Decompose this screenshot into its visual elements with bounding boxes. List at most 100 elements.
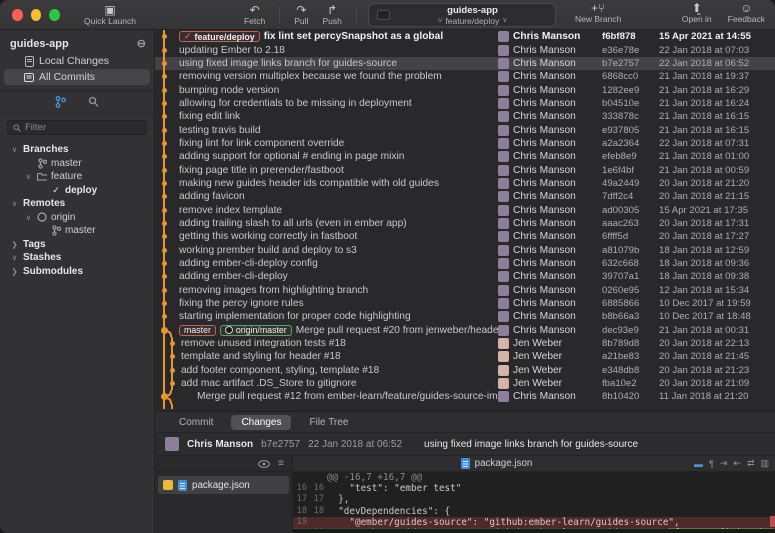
chevron-down-icon[interactable]: ∨ <box>10 145 19 154</box>
graph-cell <box>155 150 179 164</box>
sidebar-item-local-changes[interactable]: Local Changes <box>0 53 154 69</box>
commit-row[interactable]: adding support for optional # ending in … <box>155 150 775 164</box>
search-view-tab[interactable] <box>88 96 99 108</box>
branch-tag-origin-master[interactable]: origin/master <box>219 324 292 336</box>
commit-row[interactable]: testing travis build Chris Manson e937805 2… <box>155 123 775 137</box>
next-change-icon[interactable]: ⇤ <box>733 458 741 469</box>
commit-row[interactable]: getting this working correctly in fastbo… <box>155 230 775 244</box>
preview-eye-icon[interactable] <box>258 459 270 468</box>
commit-row[interactable]: adding ember-cli-deploy Chris Manson 39707… <box>155 270 775 284</box>
tree-item-feature[interactable]: ∨ feature <box>0 170 154 184</box>
current-branch[interactable]: ⑂ feature/deploy ∨ <box>398 16 547 26</box>
commit-author: Chris Manson <box>498 191 602 203</box>
tab-file-tree[interactable]: File Tree <box>299 415 358 430</box>
commit-row[interactable]: template and styling for header #18 Jen W… <box>155 350 775 364</box>
tree-item-stashes[interactable]: ∨ Stashes <box>0 251 154 265</box>
commit-row[interactable]: adding trailing slash to all urls (even … <box>155 216 775 231</box>
repo-switcher[interactable]: guides-app ⑂ feature/deploy ∨ <box>368 3 556 27</box>
chevron-down-icon[interactable]: ∨ <box>24 213 33 222</box>
prev-change-icon[interactable]: ⇥ <box>720 458 728 469</box>
list-view-icon[interactable]: ≡ <box>278 458 284 469</box>
collapse-repo-icon[interactable]: ⊖ <box>137 37 146 50</box>
pull-button[interactable]: ↷ Pull <box>294 3 308 26</box>
tree-item-label: master <box>65 225 96 237</box>
avatar <box>165 437 179 451</box>
commit-author: Chris Manson <box>498 271 602 283</box>
new-branch-button[interactable]: +⑂ New Branch <box>575 2 621 24</box>
branch-tag-feature-deploy[interactable]: ✓ feature/deploy <box>179 31 260 43</box>
chevron-right-icon[interactable]: ❯ <box>10 267 19 276</box>
commit-author: Chris Manson <box>498 164 602 176</box>
zoom-window-button[interactable] <box>49 8 61 21</box>
commit-row[interactable]: starting implementation for proper code … <box>155 310 775 324</box>
diff-body: @@ -16,7 +16,7 @@ 16 16 "test": "ember tes… <box>293 472 775 529</box>
branch-tag-master[interactable]: master <box>179 324 216 336</box>
chevron-down-icon[interactable]: ∨ <box>10 199 19 208</box>
commit-row[interactable]: fixing page title in prerender/fastboot C… <box>155 163 775 177</box>
split-view-icon[interactable]: ▥ <box>760 458 769 469</box>
diff-new-line-number: 16 <box>313 483 324 494</box>
commit-hash: a21be83 <box>602 351 640 363</box>
commit-row[interactable]: remove unused integration tests #18 Jen W… <box>155 336 775 351</box>
fetch-button[interactable]: ↶ Fetch <box>244 3 265 26</box>
unstage-minus-icon[interactable]: ▬ <box>694 459 703 469</box>
commit-message: updating Ember to 2.18 <box>179 45 498 56</box>
check-icon: ✓ <box>52 184 60 195</box>
sidebar-item-all-commits[interactable]: All Commits <box>4 69 150 85</box>
open-in-button[interactable]: ⬆̭ Open in <box>682 2 712 24</box>
filter-input[interactable]: Filter <box>7 120 147 135</box>
tree-item-label: master <box>51 157 82 169</box>
chevron-down-icon[interactable]: ∨ <box>24 172 33 181</box>
horizontal-scrollbar[interactable] <box>293 529 775 533</box>
tree-item-branches[interactable]: ∨ Branches <box>0 143 154 157</box>
commit-hash: e348db8 <box>602 364 640 376</box>
tree-item-tags[interactable]: ❯ Tags <box>0 238 154 252</box>
wrap-icon[interactable]: ⇄ <box>747 458 755 469</box>
commit-row[interactable]: using fixed image links branch for guide… <box>155 56 775 71</box>
commit-row[interactable]: removing version multiplex because we fo… <box>155 70 775 84</box>
tab-commit[interactable]: Commit <box>169 415 223 430</box>
commit-row[interactable]: making new guides header ids compatible … <box>155 176 775 191</box>
commit-hash: dec93e9 <box>602 324 639 336</box>
branches-view-tab[interactable] <box>55 96 66 108</box>
commit-row[interactable]: adding ember-cli-deploy config Chris Mans… <box>155 256 775 271</box>
tree-item-label: Remotes <box>23 198 66 210</box>
chevron-down-icon[interactable]: ∨ <box>10 253 19 262</box>
push-button[interactable]: ↱ Push <box>322 3 341 26</box>
tree-item-master[interactable]: master <box>0 157 154 171</box>
commits-icon <box>24 72 34 82</box>
tree-item-origin[interactable]: ∨ origin <box>0 211 154 225</box>
tree-item-master[interactable]: master <box>0 224 154 238</box>
commit-row[interactable]: fixing the percy ignore rules Chris Manso… <box>155 296 775 311</box>
commit-author: Chris Manson <box>498 244 602 256</box>
commit-row[interactable]: fixing lint for link component override C… <box>155 136 775 151</box>
tree-item-deploy[interactable]: ✓ deploy <box>0 184 154 198</box>
commit-hash: 6ffff5d <box>602 231 629 243</box>
tree-item-submodules[interactable]: ❯ Submodules <box>0 265 154 279</box>
commit-row[interactable]: ✓ feature/deploy fix lint set percySnapsho… <box>155 30 775 44</box>
commit-row[interactable]: updating Ember to 2.18 Chris Manson e36e78… <box>155 43 775 57</box>
commit-row[interactable]: add footer component, styling, template … <box>155 363 775 377</box>
author-name: Chris Manson <box>513 31 581 43</box>
commit-author: Chris Manson <box>498 177 602 189</box>
tab-changes[interactable]: Changes <box>231 414 292 430</box>
tree-item-remotes[interactable]: ∨ Remotes <box>0 197 154 211</box>
quick-launch-button[interactable]: ▣ Quick Launch <box>84 3 136 26</box>
minimize-window-button[interactable] <box>30 8 42 21</box>
commit-row[interactable]: remove index template Chris Manson ad00305… <box>155 203 775 217</box>
close-window-button[interactable] <box>12 8 23 21</box>
commit-row[interactable]: working prember build and deploy to s3 Ch… <box>155 243 775 257</box>
commit-row[interactable]: bumping node version Chris Manson 1282ee9 2… <box>155 83 775 97</box>
chevron-right-icon[interactable]: ❯ <box>10 240 19 249</box>
commit-row[interactable]: adding favicon Chris Manson 7dff2c4 20 Jan … <box>155 190 775 204</box>
paragraph-icon[interactable]: ¶ <box>709 459 714 469</box>
commit-row[interactable]: allowing for credentials to be missing i… <box>155 96 775 111</box>
commit-row[interactable]: add mac artifact .DS_Store to gitignore J… <box>155 376 775 391</box>
file-row-package-json[interactable]: package.json <box>158 476 289 494</box>
commit-row[interactable]: fixing edit link Chris Manson 333878c 21 Ja… <box>155 110 775 124</box>
commit-row[interactable]: Merge pull request #12 from ember-learn/… <box>155 390 775 404</box>
commit-row[interactable]: master origin/master Merge pull request #2… <box>155 323 775 337</box>
diff-line-text: "test": "ember test" <box>327 483 462 495</box>
commit-row[interactable]: removing images from highlighting branch… <box>155 283 775 297</box>
feedback-button[interactable]: ☺ Feedback <box>728 2 765 24</box>
